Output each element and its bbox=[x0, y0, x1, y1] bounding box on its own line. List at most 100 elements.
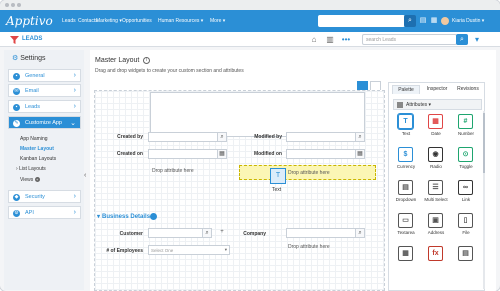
palette-widget[interactable]: # Number bbox=[453, 114, 479, 140]
more-icon[interactable]: ••• bbox=[341, 35, 351, 45]
sidebar-subitem-kanban-layouts[interactable]: Kanban Layouts bbox=[20, 156, 56, 162]
drop-zone-active[interactable]: Drop attribute here bbox=[239, 165, 376, 180]
palette-scrollbar-thumb[interactable] bbox=[483, 113, 485, 173]
palette-widget-label: Number bbox=[457, 131, 474, 136]
textarea-field[interactable] bbox=[150, 92, 365, 137]
calendar-icon[interactable]: ▦ bbox=[217, 149, 227, 159]
sidebar-item-label: API bbox=[25, 210, 34, 216]
company-field[interactable] bbox=[286, 228, 356, 238]
info-icon[interactable]: i bbox=[143, 57, 150, 64]
palette-widget[interactable]: T Text bbox=[393, 113, 419, 140]
palette-widget[interactable]: ▭ Textarea bbox=[393, 213, 419, 239]
calendar-icon[interactable]: ▦ bbox=[355, 149, 365, 159]
avatar[interactable] bbox=[441, 17, 449, 25]
palette-widget[interactable]: ▦ bbox=[393, 246, 419, 272]
nav-leads[interactable]: Leads bbox=[62, 18, 76, 24]
chevron-down-icon[interactable]: ▾ bbox=[472, 35, 482, 45]
notes-icon[interactable]: ▤ bbox=[419, 17, 427, 25]
api-icon: ⚙ bbox=[13, 210, 20, 217]
shield-icon: ◆ bbox=[13, 194, 20, 201]
sidebar-subitem-app-naming[interactable]: App Naming bbox=[20, 136, 48, 142]
search-icon[interactable]: ⌕ bbox=[404, 15, 416, 27]
sidebar-item-general[interactable]: ▪ General › bbox=[8, 69, 81, 82]
palette-widget-label: Toggle bbox=[459, 164, 473, 169]
modified-by-field[interactable] bbox=[286, 132, 356, 142]
nav-more[interactable]: More ▾ bbox=[210, 18, 225, 24]
apptivo-logo[interactable]: Apptivo bbox=[6, 14, 53, 28]
palette-widget-label: Date bbox=[431, 131, 441, 136]
sidebar-item-security[interactable]: ◆ Security › bbox=[8, 190, 81, 203]
created-by-field[interactable] bbox=[148, 132, 218, 142]
tab-revisions[interactable]: Revisions bbox=[453, 85, 483, 94]
created-by-label: Created by bbox=[117, 134, 143, 140]
nav-human-resources[interactable]: Human Resources ▾ bbox=[158, 18, 203, 24]
palette-widget[interactable]: ▤ Dropdown bbox=[393, 180, 419, 206]
chevron-right-icon: › bbox=[73, 87, 76, 94]
sidebar-item-label: Leads bbox=[25, 104, 40, 110]
sidebar-subitem-label: Views bbox=[20, 177, 34, 183]
dragging-text-widget[interactable]: T Text bbox=[269, 168, 289, 196]
textarea-icon: ▭ bbox=[398, 213, 413, 228]
drop-zone-bottom[interactable]: Drop attribute here bbox=[288, 244, 330, 250]
nav-marketing[interactable]: Marketing ▾ bbox=[96, 18, 122, 24]
sidebar-item-api[interactable]: ⚙ API › bbox=[8, 206, 81, 219]
global-search-input[interactable] bbox=[318, 15, 405, 27]
search-icon[interactable]: ⌕ bbox=[355, 132, 365, 142]
palette-widget-label: Address bbox=[427, 230, 445, 235]
palette-widget[interactable]: fx bbox=[423, 246, 449, 272]
add-icon[interactable]: + bbox=[34, 177, 40, 182]
palette-widget[interactable]: ⊙ Toggle bbox=[453, 147, 479, 173]
sidebar-item-email[interactable]: ✉ Email › bbox=[8, 84, 81, 97]
drop-zone-left[interactable]: Drop attribute here bbox=[152, 168, 194, 174]
customer-field[interactable] bbox=[148, 228, 203, 238]
search-icon[interactable]: ⌕ bbox=[355, 228, 365, 238]
general-icon: ▪ bbox=[13, 73, 20, 80]
palette-widget-label: Link bbox=[461, 197, 471, 202]
calendar-icon[interactable]: ▦ bbox=[430, 17, 438, 25]
user-menu[interactable]: Kiaria Dustin ▾ bbox=[452, 18, 484, 24]
palette-widget-label: Dropdown bbox=[395, 197, 417, 202]
search-icon[interactable]: ⌕ bbox=[217, 132, 227, 142]
chevron-right-icon: › bbox=[73, 72, 76, 79]
dragging-widget-label: Text bbox=[272, 187, 282, 193]
currency-icon: $ bbox=[398, 147, 413, 162]
palette-widget[interactable]: ∞ Link bbox=[453, 180, 479, 206]
palette-widget[interactable]: ▦ Date bbox=[423, 114, 449, 140]
chart-icon[interactable]: ▥ bbox=[325, 35, 335, 45]
file-icon: ▯ bbox=[458, 213, 473, 228]
gear-icon[interactable] bbox=[150, 213, 157, 220]
leads-search-input[interactable]: search Leads bbox=[362, 34, 457, 45]
search-icon[interactable]: ⌕ bbox=[456, 34, 468, 45]
nav-contacts[interactable]: Contacts bbox=[78, 18, 98, 24]
tab-inspector[interactable]: Inspector bbox=[423, 85, 451, 94]
attributes-dropdown[interactable]: Attributes ▾ bbox=[393, 99, 482, 110]
date-icon: ▦ bbox=[428, 114, 443, 129]
modified-on-label: Modified on bbox=[253, 151, 282, 157]
sidebar-collapse-handle[interactable]: ‹ bbox=[84, 172, 89, 181]
palette-widget[interactable]: $ Currency bbox=[393, 147, 419, 173]
palette-widget[interactable]: ◉ Radio bbox=[423, 147, 449, 173]
palette-widget[interactable]: ☰ Multi Select bbox=[423, 180, 449, 206]
created-on-field[interactable] bbox=[148, 149, 218, 159]
palette-widget[interactable]: ▯ File bbox=[453, 213, 479, 239]
nav-opportunities[interactable]: Opportunities bbox=[122, 18, 152, 24]
sidebar-subitem-master-layout[interactable]: Master Layout bbox=[20, 146, 54, 152]
toggle-icon: ⊙ bbox=[458, 147, 473, 162]
tab-palette[interactable]: Palette bbox=[392, 85, 420, 94]
sidebar-item-customize-app[interactable]: ✎ Customize App ⌄ bbox=[8, 116, 81, 129]
employees-select[interactable]: Select One ▾ bbox=[148, 245, 230, 255]
text-icon: T bbox=[270, 168, 286, 184]
section-title: Business Details bbox=[102, 214, 151, 220]
section-header-business-details[interactable]: ▾ Business Details bbox=[97, 213, 150, 220]
sidebar-item-leads[interactable]: ▪ Leads › bbox=[8, 100, 81, 113]
app-window: Apptivo Leads Contacts Marketing ▾ Oppor… bbox=[0, 0, 500, 291]
home-icon[interactable]: ⌂ bbox=[309, 35, 319, 45]
palette-widget[interactable]: ▣ Address bbox=[423, 213, 449, 239]
search-icon[interactable]: ⌕ bbox=[202, 228, 212, 238]
settings-title-label: Settings bbox=[20, 55, 46, 62]
sidebar-subitem-list-layouts[interactable]: › List Layouts bbox=[16, 166, 46, 172]
sidebar-subitem-views[interactable]: Views + bbox=[20, 177, 40, 183]
palette-widget[interactable]: ▤ bbox=[453, 246, 479, 272]
modified-on-field[interactable] bbox=[286, 149, 356, 159]
address-icon: ▣ bbox=[428, 213, 443, 228]
